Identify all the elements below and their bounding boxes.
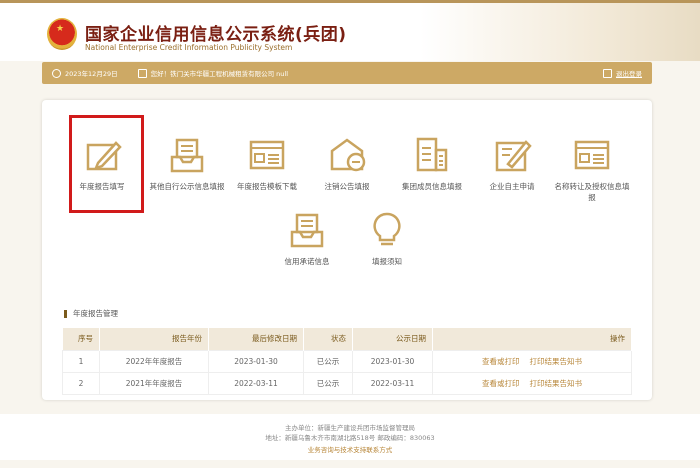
view-print-link[interactable]: 查看或打印: [482, 379, 520, 388]
menu-item-6[interactable]: 企业自主申请: [472, 135, 552, 192]
col-status: 状态: [304, 328, 353, 350]
section-title: 年度报告管理: [64, 308, 118, 319]
col-actions: 操作: [433, 328, 632, 350]
template-icon: [247, 135, 287, 175]
site-title: 国家企业信用信息公示系统(兵团): [85, 20, 347, 45]
logout-icon: [603, 69, 612, 78]
table-row: 22021年年度报告2022-03-11已公示2022-03-11查看或打印打印…: [63, 372, 632, 394]
cell-modified: 2023-01-30: [209, 350, 304, 372]
edit-doc-icon: [492, 135, 532, 175]
annual-report-table: 序号 报告年份 最后修改日期 状态 公示日期 操作 12022年年度报告2023…: [62, 328, 632, 395]
cell-year: 2021年年度报告: [100, 372, 209, 394]
print-notice-link[interactable]: 打印结果告知书: [530, 379, 583, 388]
edit-icon: [82, 135, 122, 175]
house-minus-icon: [327, 135, 367, 175]
clock-icon: [52, 69, 61, 78]
site-subtitle: National Enterprise Credit Information P…: [85, 43, 292, 52]
inbox-icon: [167, 135, 207, 175]
main-panel: 年度报告填写其他自行公示信息填报年度报告模板下载注销公告填报集团成员信息填报企业…: [42, 100, 652, 400]
menu-item-5[interactable]: 集团成员信息填报: [392, 135, 472, 192]
cell-status: 已公示: [304, 372, 353, 394]
col-modified: 最后修改日期: [209, 328, 304, 350]
menu-item-label: 填报须知: [347, 256, 427, 267]
table-row: 12022年年度报告2023-01-30已公示2023-01-30查看或打印打印…: [63, 350, 632, 372]
view-print-link[interactable]: 查看或打印: [482, 357, 520, 366]
cell-status: 已公示: [304, 350, 353, 372]
lightbulb-icon: [367, 210, 407, 250]
menu-item-2[interactable]: 其他自行公示信息填报: [147, 135, 227, 192]
cell-actions: 查看或打印 打印结果告知书: [433, 350, 632, 372]
inbox-icon: [287, 210, 327, 250]
cell-modified: 2022-03-11: [209, 372, 304, 394]
cell-no: 1: [63, 350, 100, 372]
logout-button[interactable]: 退出登录: [603, 68, 642, 78]
cell-year: 2022年年度报告: [100, 350, 209, 372]
menu-item-label: 其他自行公示信息填报: [147, 181, 227, 192]
footer-organizer: 主办单位：新疆生产建设兵团市场监督管理局: [0, 424, 700, 434]
menu-item-3[interactable]: 年度报告模板下载: [227, 135, 307, 192]
footer-address: 地址：新疆乌鲁木齐市南湖北路518号 邮政编码：830063: [0, 434, 700, 444]
header: ★ 国家企业信用信息公示系统(兵团) National Enterprise C…: [0, 3, 700, 61]
menu-item-label: 信用承诺信息: [267, 256, 347, 267]
menu-item-label: 集团成员信息填报: [392, 181, 472, 192]
menu-item-4[interactable]: 注销公告填报: [307, 135, 387, 192]
user-bar: 2023年12月29日 您好！铁门关市华疆工程机械租赁有限公司 null 退出登…: [42, 62, 652, 84]
cell-actions: 查看或打印 打印结果告知书: [433, 372, 632, 394]
menu-item-label: 年度报告模板下载: [227, 181, 307, 192]
col-year: 报告年份: [100, 328, 209, 350]
menu-item-label: 企业自主申请: [472, 181, 552, 192]
col-published: 公示日期: [353, 328, 433, 350]
menu-item-9[interactable]: 填报须知: [347, 210, 427, 267]
menu-item-1[interactable]: 年度报告填写: [62, 135, 142, 192]
cell-published: 2022-03-11: [353, 372, 433, 394]
col-no: 序号: [63, 328, 100, 350]
cell-published: 2023-01-30: [353, 350, 433, 372]
contact-link[interactable]: 业务咨询与技术支持联系方式: [0, 446, 700, 456]
menu-item-8[interactable]: 信用承诺信息: [267, 210, 347, 267]
template-icon: [572, 135, 612, 175]
logout-label: 退出登录: [616, 68, 642, 78]
national-emblem-logo: ★: [47, 18, 77, 50]
building-icon: [412, 135, 452, 175]
print-notice-link[interactable]: 打印结果告知书: [530, 357, 583, 366]
greeting: 您好！铁门关市华疆工程机械租赁有限公司 null: [151, 68, 288, 78]
menu-item-label: 年度报告填写: [62, 181, 142, 192]
cell-no: 2: [63, 372, 100, 394]
footer: 主办单位：新疆生产建设兵团市场监督管理局 地址：新疆乌鲁木齐市南湖北路518号 …: [0, 414, 700, 460]
current-date: 2023年12月29日: [65, 68, 118, 78]
user-icon: [138, 69, 147, 78]
menu-item-label: 注销公告填报: [307, 181, 387, 192]
menu-item-7[interactable]: 名称转让及授权信息填报: [552, 135, 632, 203]
menu-item-label: 名称转让及授权信息填报: [552, 181, 632, 203]
